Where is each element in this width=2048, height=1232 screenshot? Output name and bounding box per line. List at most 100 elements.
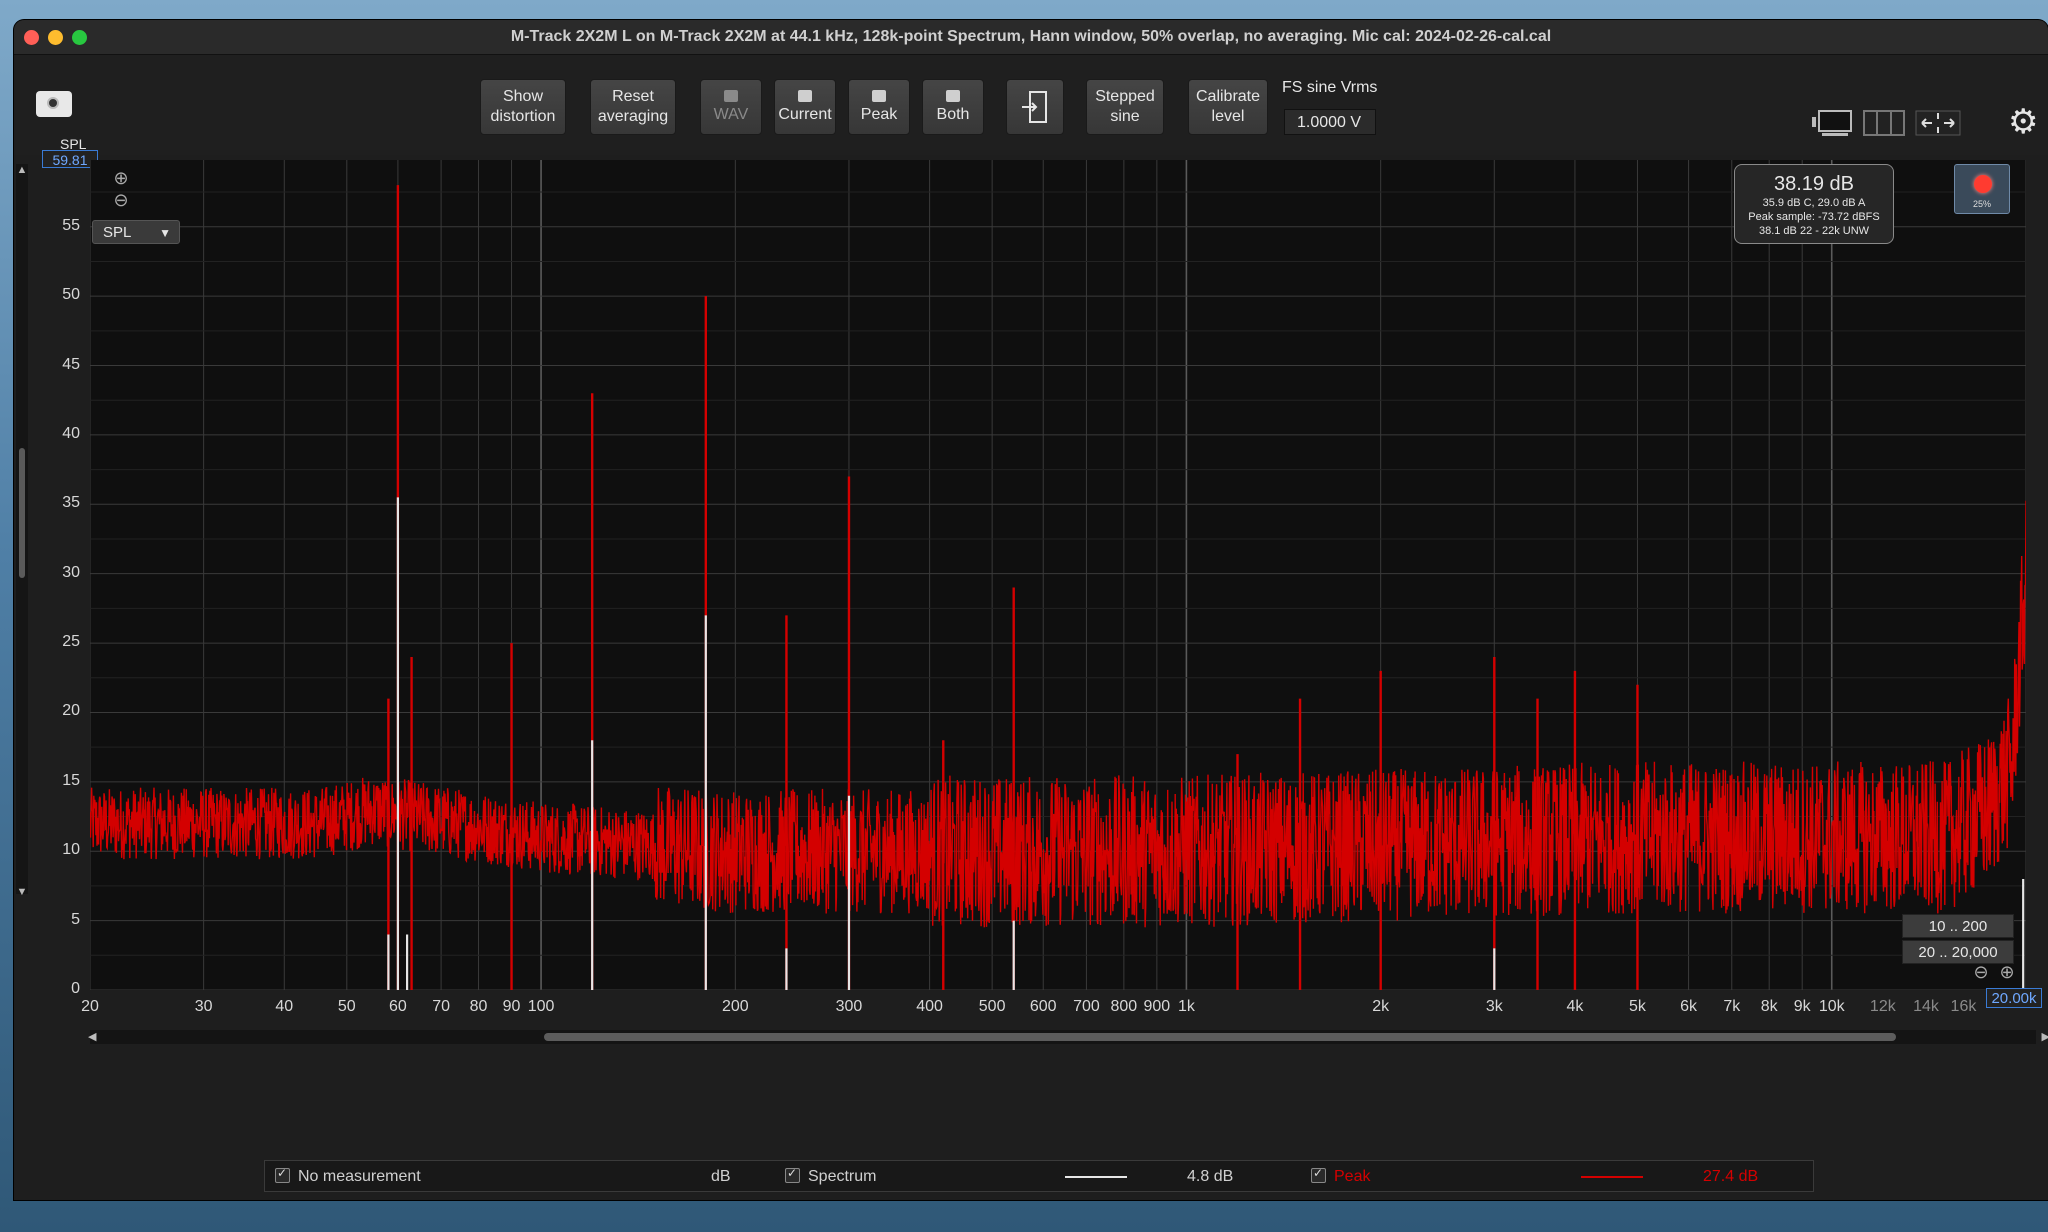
x-zoom-out-icon[interactable]: ⊖ <box>1972 962 1990 983</box>
wav-label: WAV <box>713 105 749 123</box>
wav-button[interactable]: WAV <box>700 79 762 135</box>
x-tick-label: 50 <box>337 998 356 1015</box>
calibrate-level-button[interactable]: Calibrate level <box>1188 79 1268 135</box>
both-button[interactable]: Both <box>922 79 984 135</box>
range-20-20000-button[interactable]: 20 .. 20,000 <box>1902 940 2014 964</box>
legend-peak[interactable]: Peak <box>1311 1166 1371 1186</box>
arrow-left-icon[interactable]: ◀ <box>88 1030 96 1043</box>
peak-label: Peak <box>1334 1168 1371 1185</box>
checkbox-icon[interactable] <box>275 1166 290 1183</box>
x-tick-label: 14k <box>1913 998 1939 1015</box>
readout-weighted: 35.9 dB C, 29.0 dB A <box>1762 197 1866 209</box>
calibrate-level-label-2: level <box>1211 108 1245 125</box>
spectrum-line-swatch <box>1065 1176 1127 1178</box>
y-tick-label: 35 <box>62 494 80 512</box>
x-tick-label: 600 <box>1029 998 1057 1015</box>
horizontal-scrollbar[interactable]: ◀ ▶ <box>88 1030 2048 1044</box>
x-tick-label: 7k <box>1723 998 1741 1015</box>
horizontal-scroll-thumb[interactable] <box>544 1033 1896 1041</box>
import-icon <box>1022 91 1047 123</box>
x-tick-label: 100 <box>527 998 555 1015</box>
y-tick-label: 50 <box>62 286 80 304</box>
spectrum-plot[interactable]: ▲ ▼ SPL 59.81 0 5 10 15 20 25 30 35 40 45 50 55 20 3… <box>14 136 2048 1156</box>
x-tick-label: 1k <box>1177 998 1195 1015</box>
reset-averaging-button[interactable]: Reset averaging <box>590 79 676 135</box>
toolbar: Show distortion Reset averaging WAV Curr… <box>14 55 2048 155</box>
show-distortion-button[interactable]: Show distortion <box>480 79 566 135</box>
title-bar: M-Track 2X2M L on M-Track 2X2M at 44.1 k… <box>14 20 2048 55</box>
record-icon <box>1974 175 1992 193</box>
vertical-scroll-thumb[interactable] <box>19 448 25 578</box>
zoom-in-icon[interactable]: ⊕ <box>112 168 130 189</box>
legend-spectrum[interactable]: Spectrum <box>785 1166 877 1186</box>
zoom-out-icon[interactable]: ⊖ <box>112 190 130 211</box>
x-tick-label: 40 <box>275 998 294 1015</box>
x-tick-label: 3k <box>1485 998 1503 1015</box>
x-tick-label: 9k <box>1793 998 1811 1015</box>
fit-view-icon[interactable] <box>1914 109 1962 137</box>
x-tick-label: 16k <box>1950 998 1977 1015</box>
record-button[interactable]: 25% <box>1954 164 2010 214</box>
x-tick-label: 900 <box>1143 998 1171 1015</box>
stepped-sine-button[interactable]: Stepped sine <box>1086 79 1164 135</box>
x-tick-label: 200 <box>721 998 749 1015</box>
peak-value: 27.4 dB <box>1703 1168 1759 1185</box>
single-view-icon[interactable] <box>1810 109 1854 137</box>
level-readout-panel: 38.19 dB 35.9 dB C, 29.0 dB A Peak sampl… <box>1734 164 1894 244</box>
split-view-icon[interactable] <box>1862 109 1906 137</box>
x-tick-label: 20 <box>81 998 99 1015</box>
calibrate-level-label-1: Calibrate <box>1195 88 1261 105</box>
y-tick-label: 25 <box>62 633 80 651</box>
save-icon <box>872 89 886 102</box>
camera-icon[interactable] <box>36 91 72 117</box>
legend-no-measurement[interactable]: No measurement <box>275 1166 421 1186</box>
y-tick-label: 30 <box>62 563 80 581</box>
folder-icon <box>724 89 738 102</box>
checkbox-icon[interactable] <box>785 1166 800 1183</box>
x-max-input[interactable]: 20.00k <box>1986 988 2042 1008</box>
spl-select[interactable]: SPL ▼ <box>92 220 180 244</box>
no-measurement-label: No measurement <box>298 1168 421 1185</box>
arrow-down-icon[interactable]: ▼ <box>16 886 28 898</box>
x-tick-label: 5k <box>1629 998 1646 1015</box>
vertical-scrollbar[interactable]: ▲ ▼ <box>16 164 28 898</box>
spectrum-value: 4.8 dB <box>1187 1168 1234 1185</box>
x-tick-label: 800 <box>1110 998 1138 1015</box>
x-zoom-in-icon[interactable]: ⊕ <box>1998 962 2016 983</box>
stepped-sine-label-2: sine <box>1110 108 1140 125</box>
range-10-200-button[interactable]: 10 .. 200 <box>1902 914 2014 938</box>
y-tick-label: 45 <box>62 355 80 373</box>
current-label: Current <box>778 105 832 123</box>
x-tick-label: 400 <box>916 998 943 1015</box>
spectrum-label: Spectrum <box>808 1168 877 1185</box>
arrow-right-icon[interactable]: ▶ <box>2042 1030 2048 1043</box>
arrow-up-icon[interactable]: ▲ <box>16 164 28 176</box>
x-tick-label: 30 <box>194 998 213 1015</box>
save-icon <box>946 89 960 102</box>
spl-select-value: SPL <box>103 224 132 241</box>
x-tick-label: 8k <box>1760 998 1778 1015</box>
x-tick-label: 6k <box>1680 998 1698 1015</box>
app-window: M-Track 2X2M L on M-Track 2X2M at 44.1 k… <box>14 20 2048 1200</box>
gear-icon[interactable]: ⚙ <box>2008 105 2038 139</box>
fs-sine-label: FS sine Vrms <box>1282 79 1378 96</box>
save-icon <box>798 89 812 102</box>
show-distortion-label-1: Show <box>502 88 544 105</box>
legend-unit: dB <box>711 1168 731 1185</box>
x-tick-label: 10k <box>1818 998 1845 1015</box>
fs-sine-input[interactable]: 1.0000 V <box>1284 109 1376 135</box>
readout-peak-sample: Peak sample: -73.72 dBFS <box>1748 211 1880 223</box>
peak-button[interactable]: Peak <box>848 79 910 135</box>
import-button[interactable] <box>1006 79 1064 135</box>
spectrum-graph[interactable] <box>90 160 2026 990</box>
checkbox-icon[interactable] <box>1311 1166 1326 1183</box>
reset-averaging-label-1: Reset <box>612 88 654 105</box>
current-button[interactable]: Current <box>774 79 836 135</box>
y-tick-label: 10 <box>62 841 80 859</box>
chevron-down-icon: ▼ <box>159 226 171 240</box>
record-percent: 25% <box>1972 199 1991 209</box>
legend-bar: No measurement dB Spectrum 4.8 dB Peak 2… <box>264 1160 1814 1192</box>
peak-label: Peak <box>860 105 898 123</box>
x-tick-label: 4k <box>1566 998 1584 1015</box>
x-tick-label: 2k <box>1372 998 1390 1015</box>
